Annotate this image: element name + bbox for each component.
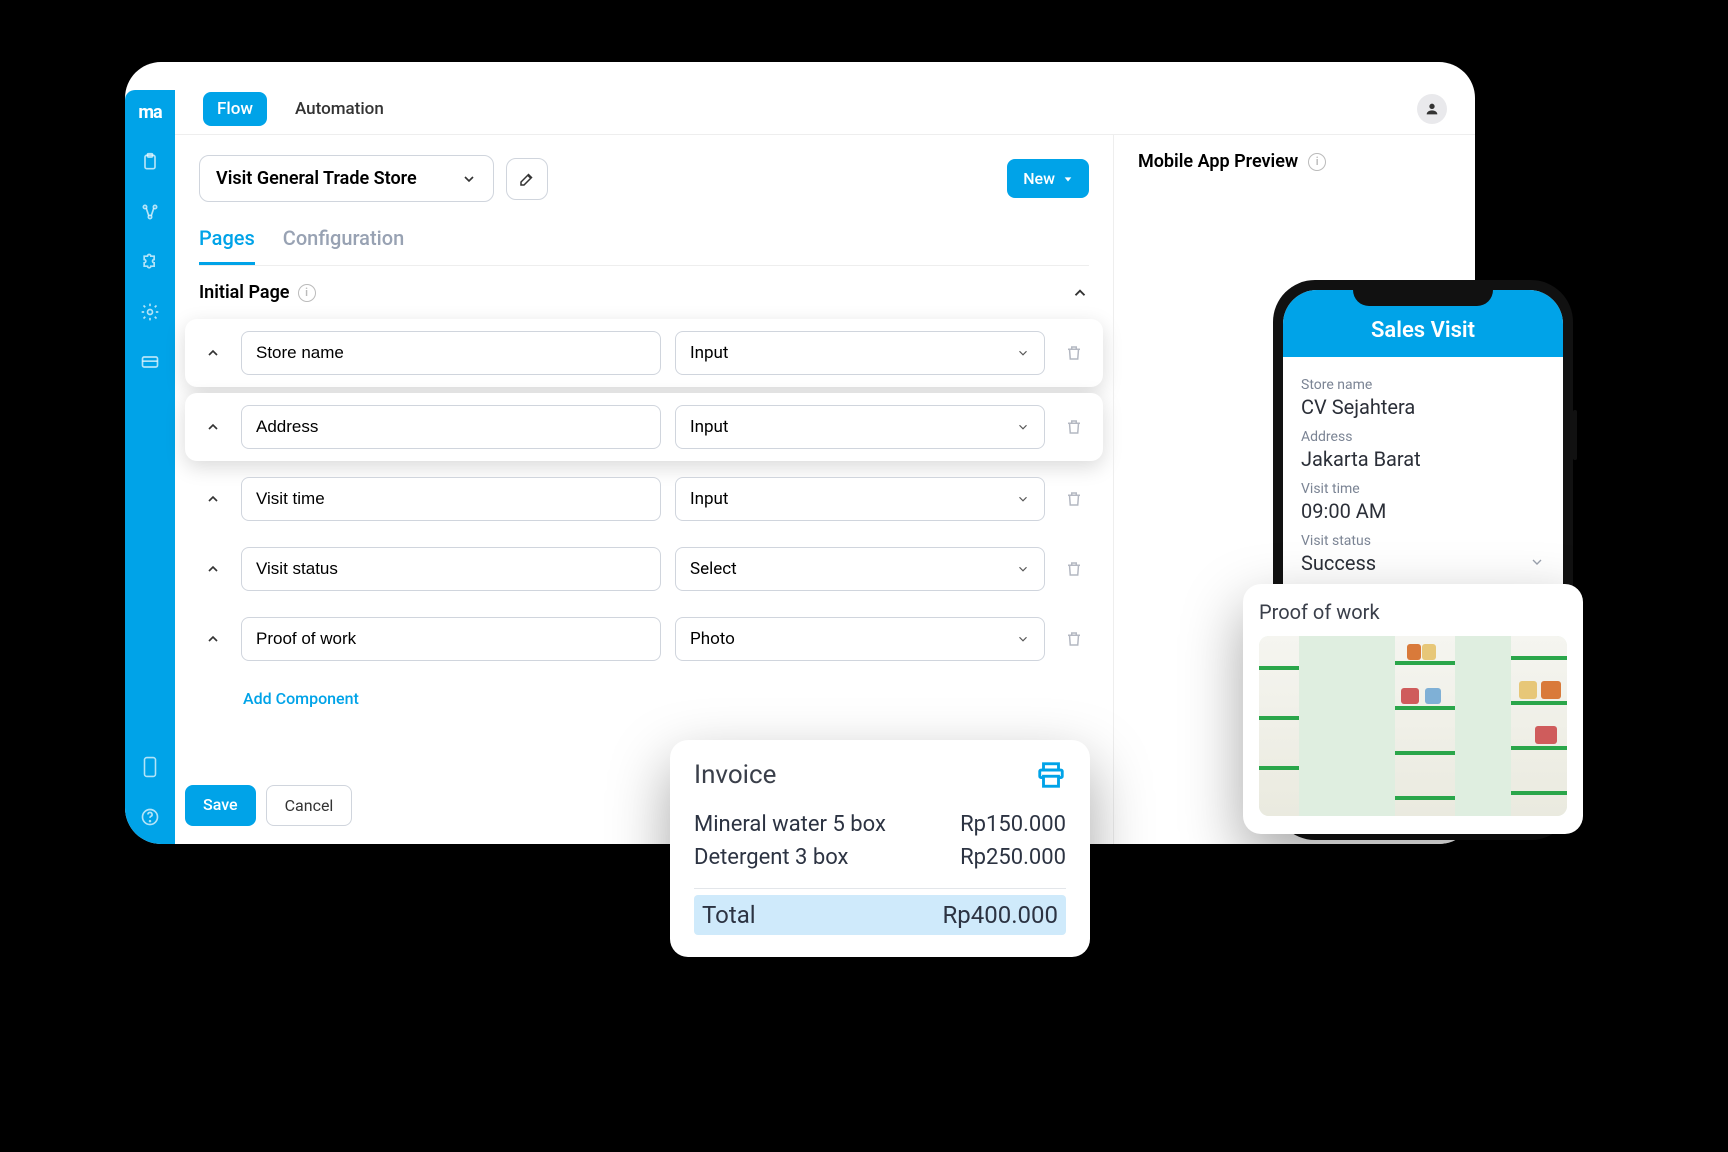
field-type-select[interactable]: Input — [675, 405, 1045, 449]
delete-icon[interactable] — [1059, 344, 1089, 362]
preview-field-value: 09:00 AM — [1301, 499, 1545, 523]
clipboard-icon[interactable] — [139, 151, 161, 173]
field-type-value: Input — [690, 343, 729, 363]
puzzle-icon[interactable] — [139, 251, 161, 273]
section-header: Initial Page i — [199, 266, 1089, 319]
delete-icon[interactable] — [1059, 560, 1089, 578]
field-label-input[interactable] — [241, 617, 661, 661]
preview-field-value: Jakarta Barat — [1301, 447, 1545, 471]
page-selector[interactable]: Visit General Trade Store — [199, 155, 494, 202]
subtab-pages[interactable]: Pages — [199, 226, 255, 265]
save-button[interactable]: Save — [185, 785, 256, 826]
edit-button[interactable] — [506, 158, 548, 200]
bottom-actions: Save Cancel — [185, 785, 352, 826]
invoice-card: Invoice Mineral water 5 box Rp150.000 De… — [670, 740, 1090, 957]
preview-field-label: Visit status — [1301, 533, 1545, 549]
proof-image — [1259, 636, 1567, 816]
row-collapse-icon[interactable] — [199, 345, 227, 361]
tab-automation[interactable]: Automation — [281, 92, 398, 126]
gear-icon[interactable] — [139, 301, 161, 323]
info-icon[interactable]: i — [298, 284, 316, 302]
preview-field-value: Success — [1301, 551, 1376, 575]
form-row: Input — [185, 319, 1103, 387]
new-button[interactable]: New — [1007, 159, 1089, 198]
field-type-value: Select — [690, 559, 737, 579]
sidebar: ma — [125, 90, 175, 844]
workflow-icon[interactable] — [139, 201, 161, 223]
info-icon[interactable]: i — [1308, 153, 1326, 171]
preview-field-label: Store name — [1301, 377, 1545, 393]
invoice-item-name: Detergent 3 box — [694, 845, 848, 870]
user-avatar[interactable] — [1417, 94, 1447, 124]
main-panel: Visit General Trade Store New Pages Conf… — [175, 135, 1113, 844]
row-collapse-icon[interactable] — [199, 631, 227, 647]
collapse-icon[interactable] — [1071, 284, 1089, 302]
preview-field-label: Visit time — [1301, 481, 1545, 497]
invoice-item-price: Rp150.000 — [960, 812, 1066, 837]
invoice-total-value: Rp400.000 — [942, 901, 1058, 929]
chevron-down-icon — [1529, 554, 1545, 570]
invoice-total-label: Total — [702, 901, 756, 929]
chevron-down-icon — [461, 171, 477, 187]
row-collapse-icon[interactable] — [199, 491, 227, 507]
field-label-input[interactable] — [241, 405, 661, 449]
tab-flow[interactable]: Flow — [203, 92, 267, 126]
invoice-item-name: Mineral water 5 box — [694, 812, 886, 837]
field-type-value: Input — [690, 417, 729, 437]
logo: ma — [138, 102, 161, 123]
invoice-title: Invoice — [694, 760, 776, 790]
preview-heading: Mobile App Preview — [1138, 151, 1298, 172]
field-label-input[interactable] — [241, 477, 661, 521]
print-icon[interactable] — [1036, 760, 1066, 790]
row-collapse-icon[interactable] — [199, 419, 227, 435]
cancel-button[interactable]: Cancel — [266, 785, 353, 826]
row-collapse-icon[interactable] — [199, 561, 227, 577]
field-type-select[interactable]: Select — [675, 547, 1045, 591]
delete-icon[interactable] — [1059, 490, 1089, 508]
topbar: Flow Automation — [175, 62, 1475, 134]
invoice-row: Mineral water 5 box Rp150.000 — [694, 808, 1066, 841]
field-label-input[interactable] — [241, 547, 661, 591]
page-selector-label: Visit General Trade Store — [216, 168, 417, 189]
help-icon[interactable] — [139, 806, 161, 828]
add-component-link[interactable]: Add Component — [243, 689, 359, 708]
field-type-value: Photo — [690, 629, 735, 649]
form-row: Input — [199, 467, 1089, 531]
field-type-value: Input — [690, 489, 729, 509]
field-label-input[interactable] — [241, 331, 661, 375]
new-button-label: New — [1023, 169, 1055, 188]
proof-title: Proof of work — [1259, 600, 1567, 624]
field-type-select[interactable]: Photo — [675, 617, 1045, 661]
preview-field-label: Address — [1301, 429, 1545, 445]
preview-field-value: CV Sejahtera — [1301, 395, 1545, 419]
section-title: Initial Page — [199, 282, 290, 303]
subtabs: Pages Configuration — [199, 226, 1089, 266]
invoice-item-price: Rp250.000 — [960, 845, 1066, 870]
form-row: Photo — [199, 607, 1089, 671]
invoice-total: Total Rp400.000 — [694, 895, 1066, 935]
delete-icon[interactable] — [1059, 418, 1089, 436]
card-icon[interactable] — [139, 351, 161, 373]
phone-icon[interactable] — [139, 756, 161, 778]
proof-card: Proof of work — [1243, 584, 1583, 834]
form-rows: Input Input — [199, 319, 1089, 671]
invoice-row: Detergent 3 box Rp250.000 — [694, 841, 1066, 874]
field-type-select[interactable]: Input — [675, 331, 1045, 375]
field-type-select[interactable]: Input — [675, 477, 1045, 521]
form-row: Input — [185, 393, 1103, 461]
subtab-configuration[interactable]: Configuration — [283, 226, 404, 265]
form-row: Select — [199, 537, 1089, 601]
delete-icon[interactable] — [1059, 630, 1089, 648]
